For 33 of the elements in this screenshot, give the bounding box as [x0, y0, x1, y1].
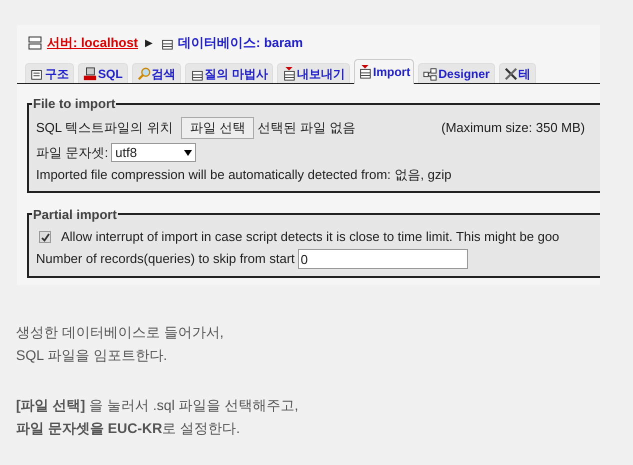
dropdown-arrow-icon	[184, 150, 192, 156]
tab[interactable]: 내보내기	[277, 63, 350, 83]
tab[interactable]: SQL	[78, 63, 128, 83]
breadcrumb-separator: ▶	[145, 36, 154, 50]
checkbox-label: Allow interrupt of import in case script detects it is close to time limit. This might be goo	[61, 228, 560, 246]
section-title: Partial import	[32, 206, 118, 224]
tab[interactable]: 검색	[132, 63, 181, 83]
checkbox[interactable]	[39, 231, 51, 243]
compression-note: Imported file compression will be automatically detected from: 없음, gzip	[36, 166, 452, 184]
sql-icon	[83, 66, 97, 80]
choose-file-button[interactable]: 파일 선택	[180, 116, 254, 138]
database-icon	[282, 66, 296, 80]
charset-select[interactable]: utf8	[111, 143, 196, 162]
skip-records-label: Number of records(queries) to skip from start	[36, 250, 295, 268]
database-link[interactable]: 데이터베이스: baram	[178, 33, 303, 53]
tab[interactable]: 구조	[25, 63, 74, 83]
max-size-note: (Maximum size: 350 MB)	[441, 118, 585, 137]
file-status: 선택된 파일 없음	[257, 118, 356, 137]
section-title: File to import	[32, 95, 116, 113]
paragraph: 생성한 데이터베이스로 들어가서, SQL 파일을 임포트한다.	[16, 323, 225, 365]
diagram-icon	[423, 66, 438, 80]
tab[interactable]: Import	[354, 59, 414, 84]
tab[interactable]: 질의 마법사	[184, 63, 274, 83]
file-location-label: SQL 텍스트파일의 위치	[36, 118, 173, 137]
tab[interactable]: 테	[498, 63, 536, 83]
search-icon	[136, 66, 151, 80]
paragraph: [파일 선택] 을 눌러서 .sql 파일을 선택해주고, 파일 문자셋을 EUC-KR로 설정한다.	[16, 396, 300, 438]
server-icon	[27, 35, 43, 51]
database-icon	[358, 65, 372, 79]
charset-label: 파일 문자셋:	[36, 144, 108, 162]
tab[interactable]: Designer	[418, 63, 495, 83]
skip-records-field[interactable]: 0	[298, 249, 468, 269]
server-link[interactable]: 서버: localhost	[47, 33, 138, 53]
